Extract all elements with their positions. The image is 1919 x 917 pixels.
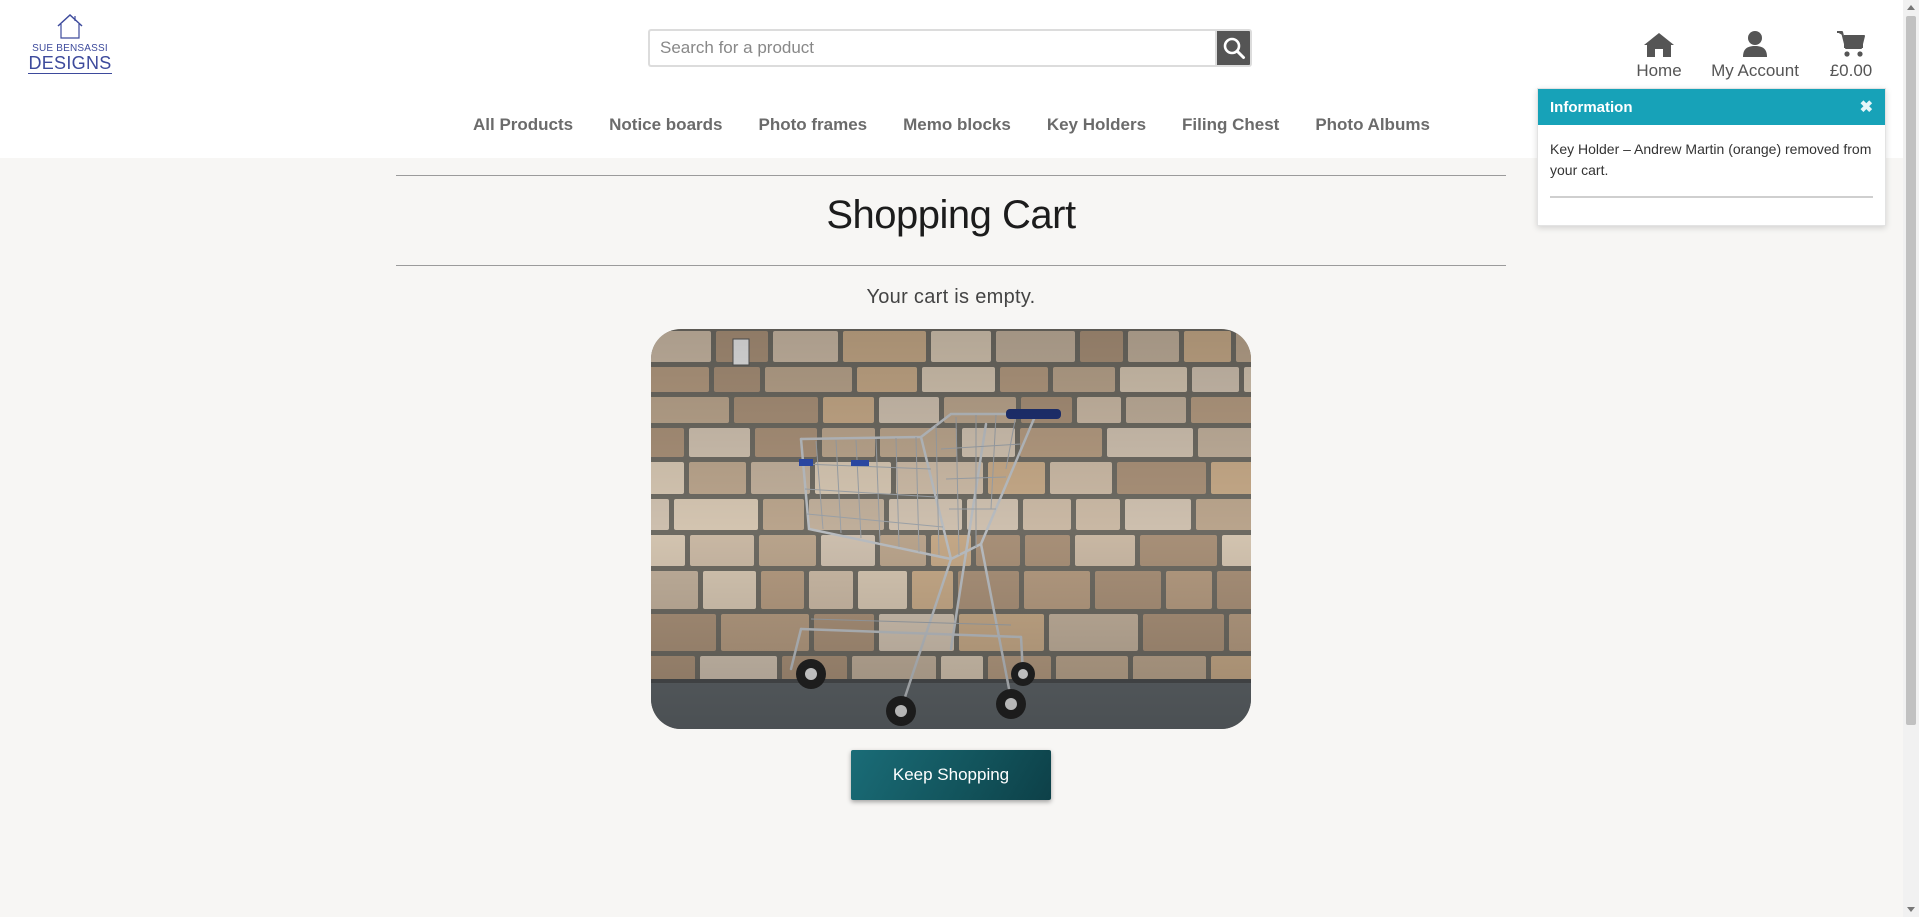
keep-shopping-button[interactable]: Keep Shopping (851, 750, 1051, 800)
top-links: Home My Account £0.00 (1629, 28, 1881, 81)
nav-item-all-products[interactable]: All Products (473, 115, 573, 135)
home-link-label: Home (1636, 61, 1682, 80)
my-account-link[interactable]: My Account (1705, 28, 1805, 81)
empty-cart-message: Your cart is empty. (866, 286, 1036, 308)
info-toast: Information ✖ Key Holder – Andrew Martin… (1537, 88, 1886, 226)
search-bar (648, 29, 1252, 67)
toast-divider (1550, 196, 1873, 198)
home-icon (1643, 28, 1675, 58)
title-divider-bottom (396, 265, 1506, 266)
scroll-down-icon[interactable] (1907, 907, 1915, 912)
search-icon (1223, 37, 1245, 59)
search-input[interactable] (648, 29, 1215, 67)
main-nav: All Products Notice boards Photo frames … (473, 115, 1466, 135)
search-button[interactable] (1215, 29, 1252, 67)
toast-title: Information (1550, 98, 1633, 116)
my-account-label: My Account (1711, 61, 1799, 80)
nav-item-filing-chest[interactable]: Filing Chest (1182, 115, 1279, 135)
close-icon[interactable]: ✖ (1860, 97, 1873, 117)
title-divider-top (396, 175, 1506, 176)
nav-item-notice-boards[interactable]: Notice boards (609, 115, 722, 135)
cart-icon (1836, 28, 1866, 58)
page-scrollbar[interactable] (1903, 0, 1919, 917)
shopping-cart-photo (651, 329, 1251, 729)
nav-item-photo-albums[interactable]: Photo Albums (1315, 115, 1430, 135)
site-logo[interactable]: SUE BENSASSI DESIGNS (28, 12, 112, 82)
user-icon (1742, 28, 1768, 58)
page-title: Shopping Cart (826, 193, 1076, 237)
scroll-thumb[interactable] (1906, 16, 1916, 725)
toast-message: Key Holder – Andrew Martin (orange) remo… (1550, 141, 1872, 178)
home-link[interactable]: Home (1629, 28, 1689, 81)
toast-header: Information ✖ (1538, 89, 1885, 125)
cart-total: £0.00 (1829, 61, 1873, 80)
logo-main-text: DESIGNS (28, 53, 112, 74)
scroll-up-icon[interactable] (1907, 5, 1915, 10)
nav-item-photo-frames[interactable]: Photo frames (758, 115, 867, 135)
nav-item-key-holders[interactable]: Key Holders (1047, 115, 1146, 135)
nav-item-memo-blocks[interactable]: Memo blocks (903, 115, 1011, 135)
house-logo-icon (57, 13, 83, 39)
cart-link[interactable]: £0.00 (1821, 28, 1881, 81)
